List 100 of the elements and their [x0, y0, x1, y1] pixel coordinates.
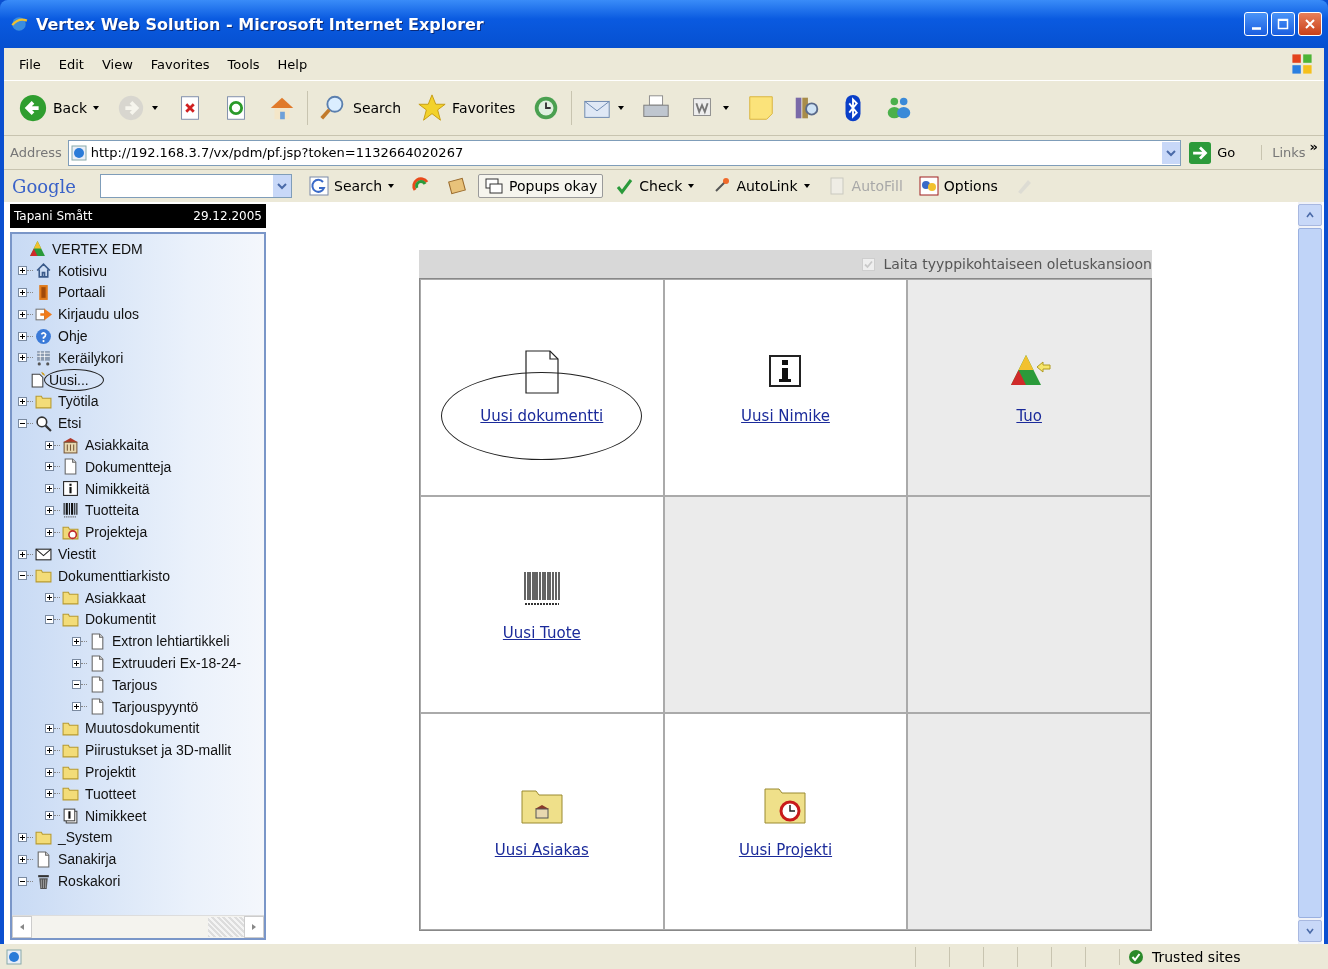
close-icon: [1304, 18, 1316, 30]
address-field[interactable]: http://192.168.3.7/vx/pdm/pf.jsp?token=1132664020267: [67, 139, 1182, 166]
vertical-scrollbar[interactable]: [1298, 202, 1322, 944]
menu-item[interactable]: Help: [268, 54, 317, 74]
go-button[interactable]: Go: [1185, 139, 1258, 166]
check-button[interactable]: Check: [609, 175, 701, 197]
expand-toggle[interactable]: [18, 418, 27, 428]
toggle-icon: [45, 527, 54, 537]
links-button[interactable]: Links: [1261, 145, 1306, 160]
tree-item[interactable]: Projekteja: [83, 523, 150, 542]
tree-item[interactable]: Nimikkeet: [83, 806, 149, 825]
expand-toggle[interactable]: [72, 702, 81, 712]
tree-item[interactable]: Extruuderi Ex-18-24-: [110, 654, 244, 673]
cell-link[interactable]: Uusi Projekti: [734, 838, 837, 861]
tree-item[interactable]: Tuotteet: [83, 784, 138, 803]
windows-logo-icon: [1290, 52, 1314, 76]
cell-link[interactable]: Tuo: [1012, 404, 1046, 427]
close-button[interactable]: [1298, 12, 1322, 36]
expand-toggle[interactable]: [18, 396, 27, 406]
expand-toggle[interactable]: [45, 723, 54, 733]
expand-toggle[interactable]: [18, 309, 27, 319]
expand-toggle[interactable]: [45, 527, 54, 537]
expand-toggle[interactable]: [18, 353, 27, 363]
tree-item[interactable]: Keräilykori: [56, 348, 126, 367]
toggle-icon: [45, 789, 54, 799]
tree-item[interactable]: Kotisivu: [56, 261, 110, 280]
scroll-right-icon: [250, 923, 258, 931]
tree-item[interactable]: _System: [56, 828, 115, 847]
search-button[interactable]: Search: [312, 91, 408, 125]
tree-item[interactable]: Extron lehtiartikkeli: [110, 632, 232, 651]
toggle-icon: [18, 418, 27, 428]
check-icon: [614, 176, 635, 196]
menu-item[interactable]: Favorites: [141, 54, 219, 74]
expand-toggle[interactable]: [18, 571, 27, 581]
toggle-icon: [18, 571, 27, 581]
tree-item[interactable]: Sanakirja: [56, 850, 119, 869]
tree-item[interactable]: Dokumenttiarkisto: [56, 566, 173, 585]
menu-item[interactable]: View: [92, 54, 142, 74]
tree-item[interactable]: Kirjaudu ulos: [56, 305, 141, 324]
back-button[interactable]: Back: [12, 91, 106, 125]
tree-item[interactable]: Tuotteita: [83, 501, 141, 520]
expand-toggle[interactable]: [45, 462, 54, 472]
tree-item[interactable]: Ohje: [56, 327, 90, 346]
tree-item[interactable]: Työtila: [56, 392, 101, 411]
tree-item[interactable]: Nimikkeitä: [83, 479, 152, 498]
expand-toggle[interactable]: [45, 811, 54, 821]
expand-toggle[interactable]: [45, 767, 54, 777]
search-button[interactable]: Search: [304, 175, 401, 197]
menu-item[interactable]: Tools: [218, 54, 269, 74]
expand-toggle[interactable]: [18, 876, 27, 886]
tree-item[interactable]: Tarjous: [110, 675, 160, 694]
expand-toggle[interactable]: [45, 440, 54, 450]
maximize-button[interactable]: [1271, 12, 1295, 36]
options-icon: [918, 176, 939, 196]
menu-item[interactable]: Edit: [49, 54, 93, 74]
horizontal-scrollbar[interactable]: [12, 915, 264, 938]
expand-toggle[interactable]: [72, 680, 81, 690]
expand-toggle[interactable]: [72, 658, 81, 668]
tree-item[interactable]: Piirustukset ja 3D-mallit: [83, 741, 234, 760]
expand-toggle[interactable]: [45, 789, 54, 799]
expand-toggle[interactable]: [45, 505, 54, 515]
menu-item[interactable]: File: [10, 54, 50, 74]
expand-toggle[interactable]: [18, 854, 27, 864]
tree-item[interactable]: Asiakkaat: [83, 588, 148, 607]
minimize-button[interactable]: [1244, 12, 1268, 36]
tree-item[interactable]: Muutosdokumentit: [83, 719, 202, 738]
expand-toggle[interactable]: [45, 593, 54, 603]
tree-item[interactable]: VERTEX EDM: [50, 239, 145, 258]
tree-item[interactable]: Asiakkaita: [83, 436, 151, 455]
expand-toggle[interactable]: [18, 331, 27, 341]
tree-item[interactable]: Roskakori: [56, 872, 123, 890]
tree-item[interactable]: Tarjouspyyntö: [110, 697, 201, 716]
expand-toggle[interactable]: [45, 614, 54, 624]
autolink-button[interactable]: AutoLink: [706, 175, 816, 197]
favorites-button[interactable]: Favorites: [411, 91, 522, 125]
popups-button[interactable]: Popups okay: [478, 174, 604, 198]
tree-item[interactable]: Etsi: [56, 414, 84, 433]
expand-toggle[interactable]: [18, 266, 27, 276]
expand-toggle[interactable]: [18, 288, 27, 297]
cell-link[interactable]: Uusi Tuote: [498, 621, 585, 644]
document-icon: [89, 654, 106, 672]
cell-link[interactable]: Uusi Asiakas: [490, 838, 593, 861]
google-logo[interactable]: Google: [12, 175, 94, 197]
caret-icon: [92, 104, 100, 112]
tree-item[interactable]: Portaali: [56, 283, 108, 302]
expand-toggle[interactable]: [18, 832, 27, 842]
cell-link[interactable]: Uusi Nimike: [737, 404, 834, 427]
expand-toggle[interactable]: [72, 636, 81, 646]
expand-toggle[interactable]: [45, 484, 54, 494]
tree-item[interactable]: Projektit: [83, 763, 138, 781]
tree-item[interactable]: Viestit: [56, 545, 98, 564]
tree-item[interactable]: Dokumentit: [83, 610, 158, 629]
tree-item[interactable]: Dokumentteja: [83, 457, 174, 476]
google-search-field[interactable]: [100, 174, 292, 198]
scroll-thumb[interactable]: [208, 917, 244, 937]
options-button[interactable]: Options: [913, 175, 1003, 197]
document-icon: [35, 850, 52, 868]
expand-toggle[interactable]: [45, 745, 54, 755]
more-links-button[interactable]: »: [1309, 139, 1318, 154]
expand-toggle[interactable]: [18, 549, 27, 559]
